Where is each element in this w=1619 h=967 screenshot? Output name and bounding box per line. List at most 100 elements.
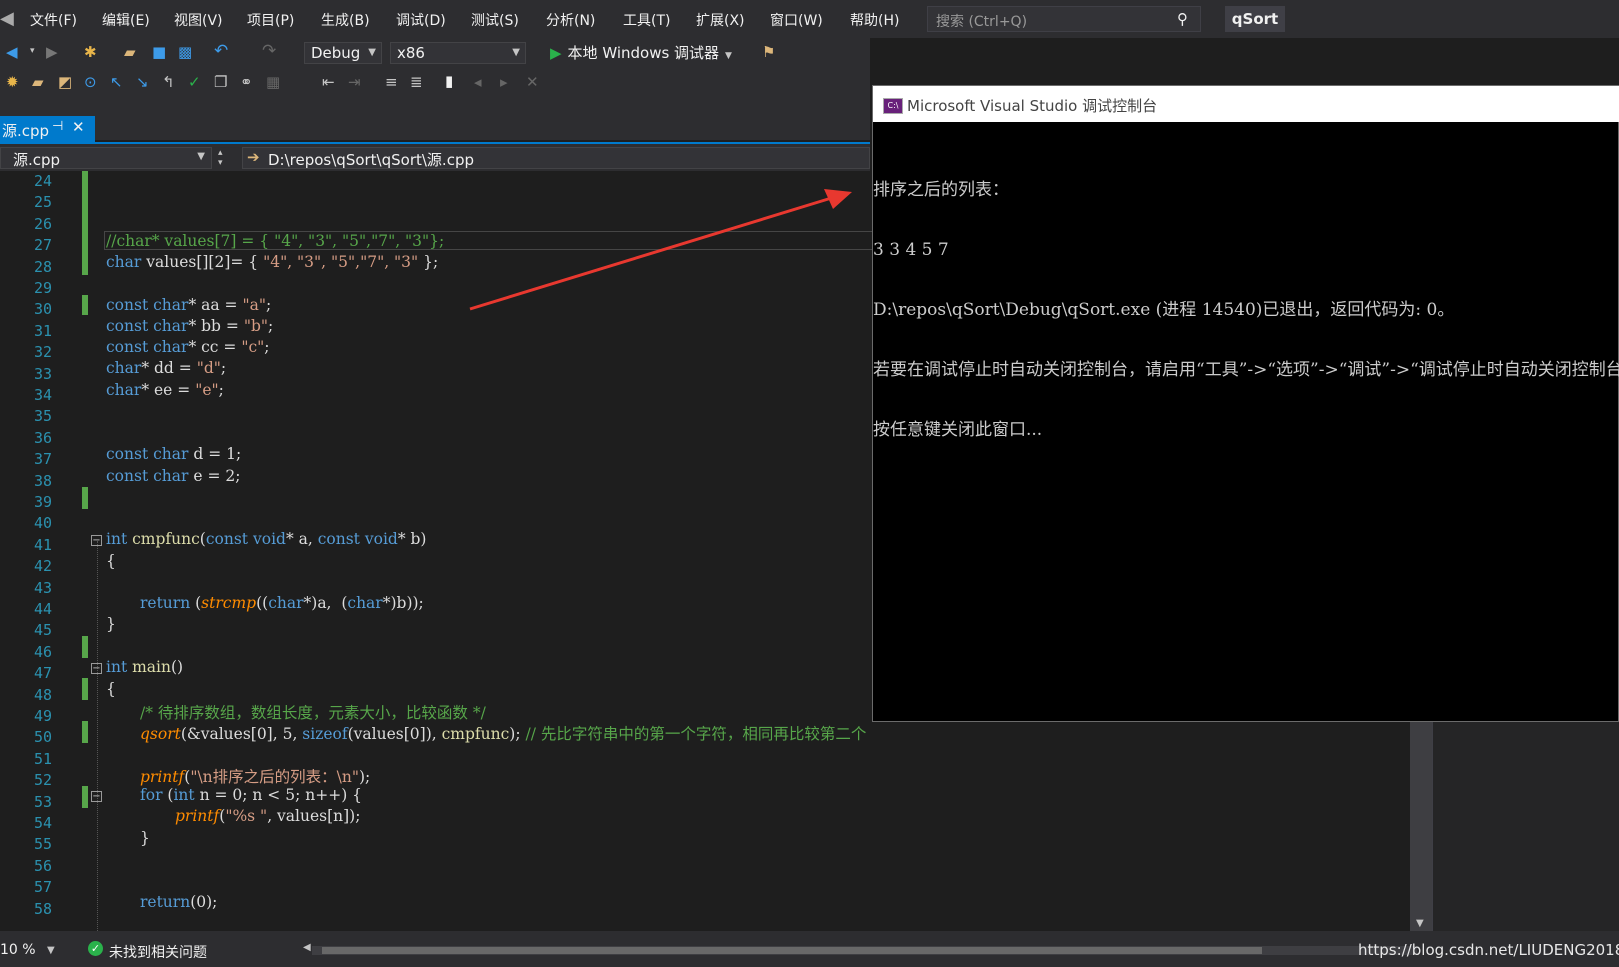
file-scope-dropdown[interactable]: 源.cpp ▼ — [0, 147, 212, 169]
code-keyword: char — [153, 338, 189, 356]
start-debugging-button[interactable]: ▶ 本地 Windows 调试器 ▼ — [550, 42, 732, 63]
comment-icon[interactable]: ≡ — [385, 73, 398, 91]
console-title: Microsoft Visual Studio 调试控制台 — [907, 97, 1158, 115]
line-number: 24 — [33, 172, 52, 190]
scroll-left-icon[interactable]: ◀ — [303, 942, 311, 953]
menu-help[interactable]: 帮助(H) — [850, 10, 899, 30]
line-number: 32 — [33, 343, 52, 362]
menu-file[interactable]: 文件(F) — [30, 10, 77, 30]
forward-icon[interactable]: ▶ — [46, 43, 58, 61]
grid-icon[interactable]: ▦ — [266, 73, 280, 91]
code-keyword: char — [153, 445, 189, 463]
code-keyword: void — [364, 530, 398, 548]
menu-window[interactable]: 窗口(W) — [770, 10, 823, 30]
code-line-41: int cmpfunc(const void* a, const void* b… — [106, 530, 426, 548]
code-text: () — [171, 658, 184, 676]
step-into-icon[interactable]: ↘ — [136, 73, 149, 91]
save-icon[interactable]: ■ — [152, 43, 166, 61]
code-line-28: char values[][2]= { "4", "3", "5","7", "… — [106, 253, 438, 271]
menu-tools[interactable]: 工具(T) — [623, 10, 670, 30]
redo-icon[interactable]: ↷ — [262, 41, 276, 61]
code-text: (values[0]), — [347, 725, 442, 743]
bookmark-icon[interactable]: ▮ — [445, 72, 453, 90]
search-icon[interactable]: ⚲ — [1177, 10, 1188, 28]
line-number: 49 — [33, 707, 52, 725]
menu-project[interactable]: 项目(P) — [247, 10, 294, 30]
menu-debug[interactable]: 调试(D) — [396, 10, 446, 30]
code-text: *)b)); — [382, 594, 424, 612]
console-line: 若要在调试停止时自动关闭控制台，请启用“工具”->“选项”->“调试”->“调试… — [873, 360, 1619, 380]
folder-icon[interactable]: ▰ — [32, 73, 44, 91]
code-line-49: /* 待排序数组，数组长度，元素大小，比较函数 */ — [140, 704, 486, 722]
outdent-icon[interactable]: ⇥ — [348, 73, 361, 91]
code-line-58: return(0); — [140, 893, 217, 911]
code-keyword: char — [153, 317, 189, 335]
code-line-34: char* ee = "e"; — [106, 381, 224, 399]
step-out-icon[interactable]: ↰ — [162, 73, 175, 91]
code-keyword: for — [140, 786, 163, 804]
collapse-icon[interactable]: − — [91, 663, 102, 674]
scroll-down-icon[interactable]: ▼ — [1416, 918, 1424, 929]
issues-status[interactable]: 未找到相关问题 — [109, 942, 207, 962]
menu-test[interactable]: 测试(S) — [471, 10, 519, 30]
uncomment-icon[interactable]: ≣ — [410, 73, 423, 91]
open-folder-icon[interactable]: ▰ — [124, 43, 136, 61]
search-input[interactable]: 搜索 (Ctrl+Q) ⚲ — [927, 6, 1201, 32]
tab-source-cpp[interactable]: 源.cpp ⊣ ✕ — [0, 116, 95, 142]
menu-view[interactable]: 视图(V) — [174, 10, 223, 30]
back-icon[interactable]: ◀ — [6, 43, 18, 61]
vertical-scrollbar[interactable] — [1410, 720, 1432, 931]
code-line-47: int main() — [106, 658, 183, 676]
find-icon[interactable]: ⊙ — [84, 73, 97, 91]
code-text: ; — [220, 359, 227, 377]
menu-edit[interactable]: 编辑(E) — [102, 10, 150, 30]
chevron-down-icon[interactable]: ▼ — [47, 945, 55, 956]
new-project-icon[interactable]: ✱ — [84, 43, 97, 61]
collapse-icon[interactable]: − — [91, 791, 102, 802]
step-back-icon[interactable]: ↖ — [110, 73, 123, 91]
zoom-level[interactable]: 10 % — [0, 942, 36, 958]
code-line-53: for (int n = 0; n < 5; n++) { — [140, 786, 362, 804]
platform-dropdown[interactable]: x86 ▼ — [390, 42, 526, 64]
check-icon[interactable]: ✓ — [188, 73, 201, 91]
code-text: * dd = — [141, 359, 197, 377]
split-icon[interactable]: ▴ ▾ — [218, 148, 223, 168]
file-path-dropdown[interactable]: ➔ D:\repos\qSort\qSort\源.cpp — [242, 147, 870, 169]
console-app-icon: C:\ — [883, 98, 903, 114]
prev-bookmark-icon[interactable]: ◂ — [474, 73, 482, 91]
console-line: 3 3 4 5 7 — [873, 240, 949, 260]
code-text: (0); — [190, 893, 218, 911]
config-dropdown[interactable]: Debug ▼ — [304, 42, 382, 64]
collapse-icon[interactable]: − — [91, 535, 102, 546]
attach-process-icon[interactable]: ⚑ — [762, 43, 775, 61]
config-value: Debug — [311, 44, 361, 62]
code-string: "d" — [196, 359, 221, 377]
horizontal-scrollbar[interactable] — [312, 946, 1417, 955]
chevron-down-icon: ▼ — [197, 151, 205, 162]
menu-build[interactable]: 生成(B) — [321, 10, 370, 30]
code-string: "4", "3", "5","7", "3" — [263, 253, 419, 271]
clear-bookmarks-icon[interactable]: ✕ — [526, 73, 539, 91]
chevron-down-icon: ▼ — [725, 51, 732, 61]
chat-icon[interactable]: ◩ — [58, 73, 72, 91]
undo-icon[interactable]: ↶ — [214, 41, 228, 61]
indent-icon[interactable]: ⇤ — [322, 73, 335, 91]
scrollbar-thumb[interactable] — [322, 947, 1262, 954]
copy-icon[interactable]: ❐ — [214, 73, 227, 91]
menu-analyze[interactable]: 分析(N) — [546, 10, 595, 30]
link-icon[interactable]: ⚭ — [240, 73, 253, 91]
next-bookmark-icon[interactable]: ▸ — [500, 73, 508, 91]
code-line-37: const char d = 1; — [106, 445, 241, 463]
bug-icon[interactable]: ✹ — [6, 73, 19, 91]
back-dropdown-icon[interactable]: ▾ — [30, 46, 35, 56]
code-text: * cc = — [188, 338, 242, 356]
console-title-bar[interactable]: C:\ Microsoft Visual Studio 调试控制台 — [873, 86, 1619, 122]
menu-extensions[interactable]: 扩展(X) — [696, 10, 745, 30]
code-text: ); — [358, 768, 371, 786]
code-text: (&values[0], 5, — [180, 725, 303, 743]
save-all-icon[interactable]: ▩ — [178, 43, 192, 61]
close-icon[interactable]: ✕ — [72, 118, 85, 136]
pin-icon[interactable]: ⊣ — [52, 119, 63, 134]
line-number: 56 — [33, 856, 52, 875]
debug-console-window[interactable]: C:\ Microsoft Visual Studio 调试控制台 排序之后的列… — [872, 85, 1619, 722]
